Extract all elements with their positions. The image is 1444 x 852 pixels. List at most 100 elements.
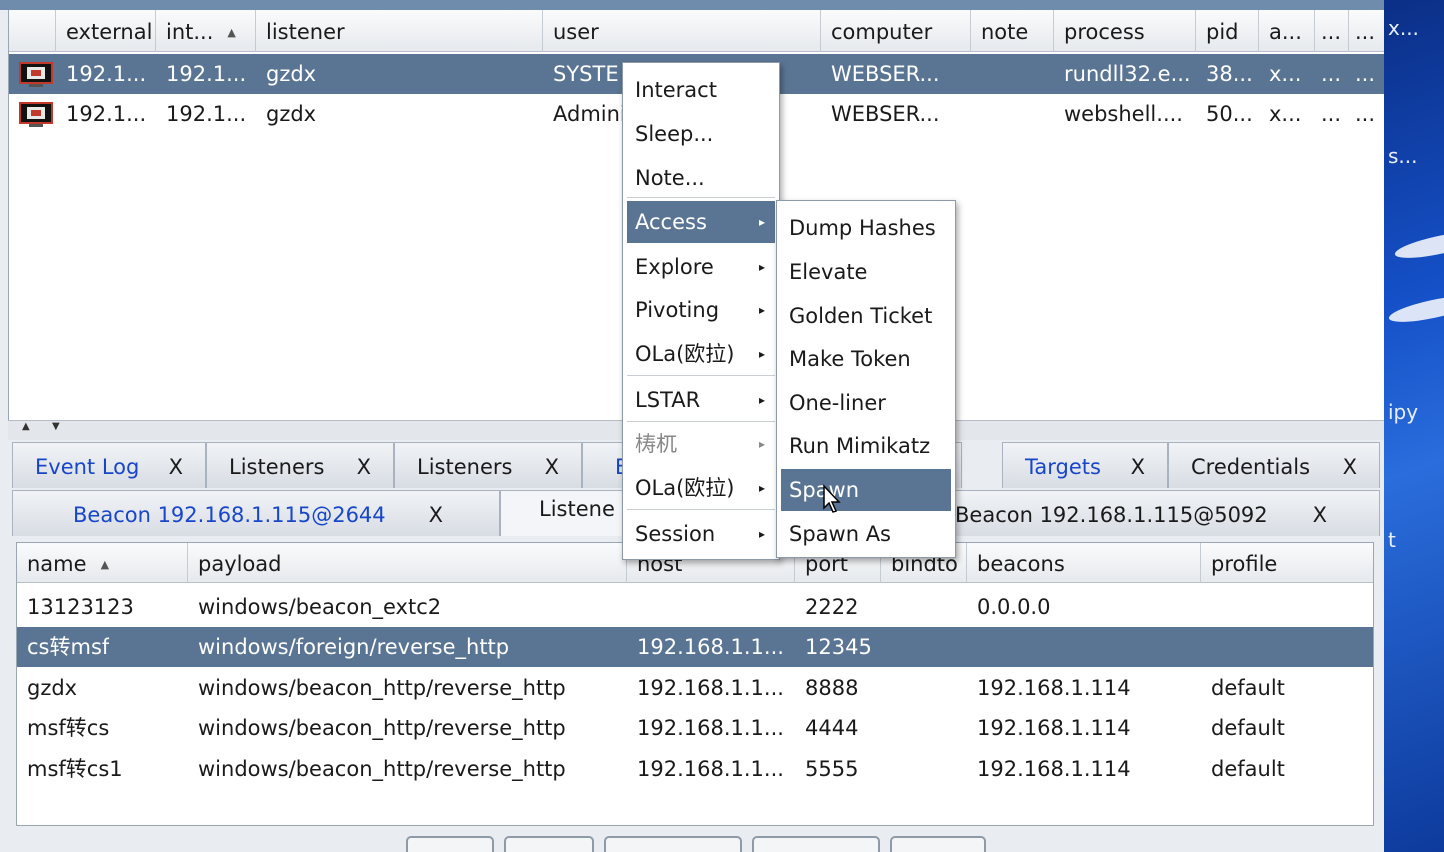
tab-close-button[interactable]: X xyxy=(429,491,443,536)
menu-item-ola-2[interactable]: OLa(欧拉) xyxy=(627,467,775,509)
tab-close-button[interactable]: X xyxy=(1343,443,1357,488)
listener-port: 8888 xyxy=(805,676,859,700)
tab-credentials[interactable]: Credentials X xyxy=(1168,442,1380,488)
splitter-down-arrow-icon[interactable]: ▼ xyxy=(52,421,60,432)
col-header-extra2[interactable]: ... xyxy=(1349,10,1385,52)
listener-host: 192.168.1.1... xyxy=(637,716,784,740)
tab-close-button[interactable]: X xyxy=(1131,443,1145,488)
listener-row[interactable]: gzdx windows/beacon_http/reverse_http 19… xyxy=(17,668,1373,708)
col-header-computer[interactable]: computer xyxy=(821,10,971,52)
menu-item-elevate[interactable]: Elevate xyxy=(781,251,951,293)
splitter-up-arrow-icon[interactable]: ▲ xyxy=(22,421,30,432)
menu-item-sleep[interactable]: Sleep... xyxy=(627,113,775,155)
beacon-extra2: ... xyxy=(1355,102,1376,126)
menu-item-dump-hashes[interactable]: Dump Hashes xyxy=(781,207,951,249)
tab-label: Beacon 192.168.1.115@2644 xyxy=(73,503,386,527)
listener-profile xyxy=(1201,627,1211,667)
col-header-process[interactable]: process xyxy=(1054,10,1196,52)
tab-label: Listene xyxy=(539,497,615,521)
menu-item-one-liner[interactable]: One-liner xyxy=(781,382,951,424)
menu-item-spawn-as[interactable]: Spawn As xyxy=(781,513,951,555)
col-header-icon[interactable] xyxy=(9,10,56,52)
col-header-listener[interactable]: listener xyxy=(256,10,543,52)
menu-item-lstar[interactable]: LSTAR xyxy=(627,379,775,421)
tab-close-button[interactable]: X xyxy=(357,443,371,488)
beacon-arch: x... xyxy=(1269,102,1302,126)
beacon-extra2: ... xyxy=(1355,62,1376,86)
col-header-payload[interactable]: payload xyxy=(188,543,627,583)
listener-row[interactable]: 13123123 windows/beacon_extc2 2222 0.0.0… xyxy=(17,587,1373,627)
listener-action-button[interactable] xyxy=(604,836,742,852)
menu-item-run-mimikatz[interactable]: Run Mimikatz xyxy=(781,425,951,467)
menu-item-make-token[interactable]: Make Token xyxy=(781,338,951,380)
beacon-process: rundll32.e... xyxy=(1064,62,1191,86)
beacon-extra1: ... xyxy=(1321,62,1342,86)
beacon-listener: gzdx xyxy=(266,62,317,86)
listener-name: msf转cs xyxy=(27,716,110,740)
listener-action-button[interactable] xyxy=(890,836,986,852)
listener-port: 12345 xyxy=(805,635,872,659)
tab-listeners[interactable]: Listeners X xyxy=(206,442,394,488)
col-header-profile[interactable]: profile xyxy=(1201,543,1373,583)
mouse-cursor-icon xyxy=(823,484,841,513)
col-header-user[interactable]: user xyxy=(543,10,821,52)
beacon-computer: WEBSER... xyxy=(831,62,940,86)
listeners-table: name payload host port bindto beacons pr… xyxy=(16,542,1374,826)
listener-action-button[interactable] xyxy=(504,836,594,852)
listener-host: 192.168.1.1... xyxy=(637,676,784,700)
menu-separator xyxy=(627,509,775,510)
col-header-note[interactable]: note xyxy=(971,10,1054,52)
listener-action-button[interactable] xyxy=(406,836,494,852)
menu-item-pivoting[interactable]: Pivoting xyxy=(627,289,775,331)
listener-row[interactable]: msf转cs1 windows/beacon_http/reverse_http… xyxy=(17,749,1373,789)
beacon-external-ip: 192.1... xyxy=(66,62,147,86)
listener-payload: windows/beacon_http/reverse_http xyxy=(198,676,566,700)
menu-separator xyxy=(627,197,775,198)
col-header-external[interactable]: external xyxy=(56,10,156,52)
listener-name: msf转cs1 xyxy=(27,757,123,781)
tab-close-button[interactable]: X xyxy=(1313,491,1327,536)
listener-host xyxy=(627,587,637,627)
listener-profile: default xyxy=(1211,676,1285,700)
tab-close-button[interactable]: X xyxy=(169,443,183,488)
listener-beacons xyxy=(967,627,977,667)
menu-item-interact[interactable]: Interact xyxy=(627,69,775,111)
listener-row[interactable]: msf转cs windows/beacon_http/reverse_http … xyxy=(17,708,1373,748)
beacon-pid: 50... xyxy=(1206,102,1253,126)
tab-close-button[interactable]: X xyxy=(545,443,559,488)
listener-row-selected[interactable]: cs转msf windows/foreign/reverse_http 192.… xyxy=(17,627,1373,667)
menu-item-explore[interactable]: Explore xyxy=(627,246,775,288)
listener-name: cs转msf xyxy=(27,635,110,659)
desktop-text: s... xyxy=(1388,144,1418,168)
listener-host: 192.168.1.1... xyxy=(637,635,784,659)
tab-event-log[interactable]: Event Log X xyxy=(12,442,206,488)
menu-item-spawn[interactable]: Spawn xyxy=(781,469,951,511)
menu-item-ola[interactable]: OLa(欧拉) xyxy=(627,333,775,375)
col-header-name[interactable]: name xyxy=(17,543,188,583)
col-header-arch[interactable]: a... xyxy=(1259,10,1315,52)
beacon-internal-ip: 192.1... xyxy=(166,102,247,126)
tab-targets[interactable]: Targets X xyxy=(1002,442,1168,488)
menu-item-taowu[interactable]: 梼杌 xyxy=(627,423,775,465)
col-header-extra1[interactable]: ... xyxy=(1315,10,1349,52)
desktop-text: t xyxy=(1388,528,1396,552)
desktop-text: ipy xyxy=(1388,400,1419,424)
col-header-internal[interactable]: int... xyxy=(156,10,256,52)
menu-item-golden-ticket[interactable]: Golden Ticket xyxy=(781,295,951,337)
desktop-text: x... xyxy=(1388,16,1419,40)
listener-action-button[interactable] xyxy=(752,836,880,852)
tab-label: Event Log xyxy=(35,455,140,479)
beacon-pid: 38... xyxy=(1206,62,1253,86)
col-header-beacons[interactable]: beacons xyxy=(967,543,1201,583)
beacon-user: SYSTE xyxy=(553,62,619,86)
menu-item-note[interactable]: Note... xyxy=(627,157,775,199)
col-header-pid[interactable]: pid xyxy=(1196,10,1259,52)
menu-item-session[interactable]: Session xyxy=(627,513,775,555)
listener-payload: windows/beacon_extc2 xyxy=(198,595,442,619)
tab-listeners-2[interactable]: Listeners X xyxy=(394,442,582,488)
listener-name: gzdx xyxy=(27,676,78,700)
listener-host: 192.168.1.1... xyxy=(637,757,784,781)
menu-item-access[interactable]: Access xyxy=(627,201,775,243)
tab-beacon-2644[interactable]: Beacon 192.168.1.115@2644 X xyxy=(12,490,500,536)
tab-beacon-5092[interactable]: Beacon 192.168.1.115@5092 X xyxy=(920,490,1380,536)
